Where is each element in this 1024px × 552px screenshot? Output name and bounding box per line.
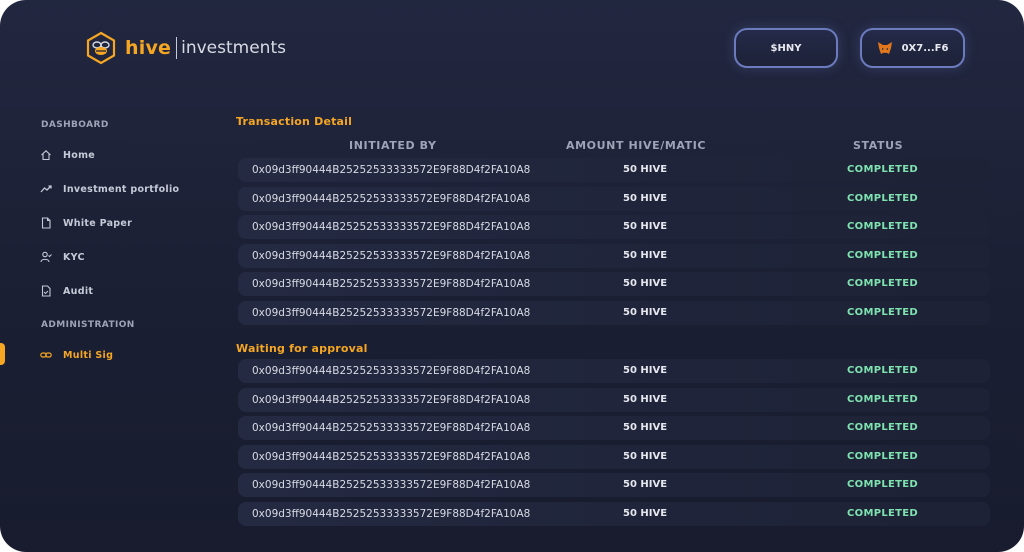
column-header-status: STATUS [853, 139, 904, 152]
status-badge: COMPLETED [847, 249, 918, 261]
amount-cell: 50 HIVE [623, 393, 668, 405]
initiated-by-cell: 0x09d3ff90444B25252533333572E9F88D4f2FA1… [252, 306, 531, 319]
sidebar-item-investment-portfolio[interactable]: Investment portfolio [40, 181, 179, 197]
section-title-waiting-for-approval: Waiting for approval [236, 342, 368, 355]
initiated-by-cell: 0x09d3ff90444B25252533333572E9F88D4f2FA1… [252, 479, 531, 492]
user-check-icon [40, 251, 52, 263]
transaction-detail-table: 0x09d3ff90444B25252533333572E9F88D4f2FA1… [238, 158, 990, 330]
sidebar-item-label: KYC [63, 251, 85, 263]
table-row[interactable]: 0x09d3ff90444B25252533333572E9F88D4f2FA1… [238, 215, 990, 240]
trend-icon [40, 185, 52, 193]
wallet-address-label: 0X7...F6 [901, 42, 949, 54]
amount-cell: 50 HIVE [623, 479, 668, 491]
wallet-button[interactable]: 0X7...F6 [860, 28, 965, 68]
status-badge: COMPLETED [847, 164, 918, 175]
section-title-transaction-detail: Transaction Detail [236, 115, 353, 128]
table-row[interactable]: 0x09d3ff90444B25252533333572E9F88D4f2FA1… [238, 444, 990, 469]
brand-logo[interactable]: hive investments [84, 31, 286, 65]
table-row[interactable]: 0x09d3ff90444B25252533333572E9F88D4f2FA1… [238, 387, 990, 412]
sidebar-heading-dashboard: DASHBOARD [41, 120, 109, 130]
amount-cell: 50 HIVE [623, 221, 668, 233]
sidebar-item-label: Investment portfolio [63, 183, 180, 195]
initiated-by-cell: 0x09d3ff90444B25252533333572E9F88D4f2FA1… [252, 450, 531, 463]
column-header-amount: AMOUNT HIVE/MATIC [566, 139, 707, 152]
initiated-by-cell: 0x09d3ff90444B25252533333572E9F88D4f2FA1… [252, 393, 531, 406]
brand-name-rest: investments [181, 38, 286, 58]
table-row[interactable]: 0x09d3ff90444B25252533333572E9F88D4f2FA1… [238, 243, 990, 268]
status-badge: COMPLETED [847, 422, 918, 434]
metamask-fox-icon [877, 42, 892, 54]
amount-cell: 50 HIVE [623, 507, 668, 519]
table-row[interactable]: 0x09d3ff90444B25252533333572E9F88D4f2FA1… [238, 272, 990, 297]
status-badge: COMPLETED [847, 221, 918, 233]
initiated-by-cell: 0x09d3ff90444B25252533333572E9F88D4f2FA1… [252, 422, 531, 435]
amount-cell: 50 HIVE [623, 249, 668, 261]
amount-cell: 50 HIVE [623, 450, 668, 462]
sidebar-item-kyc[interactable]: KYC [40, 249, 85, 265]
brand-name-bold: hive [125, 37, 172, 59]
status-badge: COMPLETED [847, 393, 918, 405]
initiated-by-cell: 0x09d3ff90444B25252533333572E9F88D4f2FA1… [252, 192, 531, 205]
token-button[interactable]: $HNY [734, 28, 838, 68]
amount-cell: 50 HIVE [623, 422, 668, 434]
status-badge: COMPLETED [847, 306, 918, 318]
amount-cell: 50 HIVE [623, 164, 668, 175]
status-badge: COMPLETED [847, 192, 918, 204]
table-row[interactable]: 0x09d3ff90444B25252533333572E9F88D4f2FA1… [238, 359, 990, 383]
audit-icon [41, 285, 51, 297]
sidebar-item-label: White Paper [63, 217, 133, 229]
link-icon [40, 352, 52, 358]
initiated-by-cell: 0x09d3ff90444B25252533333572E9F88D4f2FA1… [252, 221, 531, 234]
status-badge: COMPLETED [847, 450, 918, 462]
app-window: hive investments $HNY 0X7...F6 DASHBOARD… [0, 0, 1024, 552]
home-icon [41, 150, 51, 161]
token-button-label: $HNY [770, 42, 802, 54]
sidebar-heading-administration: ADMINISTRATION [41, 320, 135, 330]
hive-logo-icon [86, 31, 116, 65]
status-badge: COMPLETED [847, 365, 918, 376]
initiated-by-cell: 0x09d3ff90444B25252533333572E9F88D4f2FA1… [252, 365, 531, 377]
brand-divider [176, 37, 178, 59]
table-row[interactable]: 0x09d3ff90444B25252533333572E9F88D4f2FA1… [238, 473, 990, 498]
initiated-by-cell: 0x09d3ff90444B25252533333572E9F88D4f2FA1… [252, 164, 531, 176]
table-row[interactable]: 0x09d3ff90444B25252533333572E9F88D4f2FA1… [238, 300, 990, 325]
amount-cell: 50 HIVE [623, 365, 668, 376]
document-icon [41, 217, 51, 229]
column-header-initiated-by: INITIATED BY [349, 139, 437, 152]
sidebar-item-white-paper[interactable]: White Paper [40, 215, 132, 231]
amount-cell: 50 HIVE [623, 192, 668, 204]
initiated-by-cell: 0x09d3ff90444B25252533333572E9F88D4f2FA1… [252, 278, 531, 291]
amount-cell: 50 HIVE [623, 278, 668, 290]
table-row[interactable]: 0x09d3ff90444B25252533333572E9F88D4f2FA1… [238, 186, 990, 211]
table-row[interactable]: 0x09d3ff90444B25252533333572E9F88D4f2FA1… [238, 416, 990, 441]
status-badge: COMPLETED [847, 479, 918, 491]
sidebar-item-home[interactable]: Home [40, 147, 95, 163]
amount-cell: 50 HIVE [623, 306, 668, 318]
sidebar-item-label: Audit [63, 285, 94, 297]
status-badge: COMPLETED [847, 278, 918, 290]
sidebar-item-multi-sig[interactable]: Multi Sig [40, 347, 113, 363]
waiting-for-approval-table: 0x09d3ff90444B25252533333572E9F88D4f2FA1… [238, 359, 990, 531]
active-indicator [0, 343, 5, 365]
status-badge: COMPLETED [847, 507, 918, 519]
sidebar-item-label: Home [63, 149, 96, 161]
sidebar-item-audit[interactable]: Audit [40, 283, 93, 299]
initiated-by-cell: 0x09d3ff90444B25252533333572E9F88D4f2FA1… [252, 507, 531, 520]
sidebar-item-label: Multi Sig [63, 349, 114, 361]
table-row[interactable]: 0x09d3ff90444B25252533333572E9F88D4f2FA1… [238, 158, 990, 182]
initiated-by-cell: 0x09d3ff90444B25252533333572E9F88D4f2FA1… [252, 249, 531, 262]
table-row[interactable]: 0x09d3ff90444B25252533333572E9F88D4f2FA1… [238, 501, 990, 526]
